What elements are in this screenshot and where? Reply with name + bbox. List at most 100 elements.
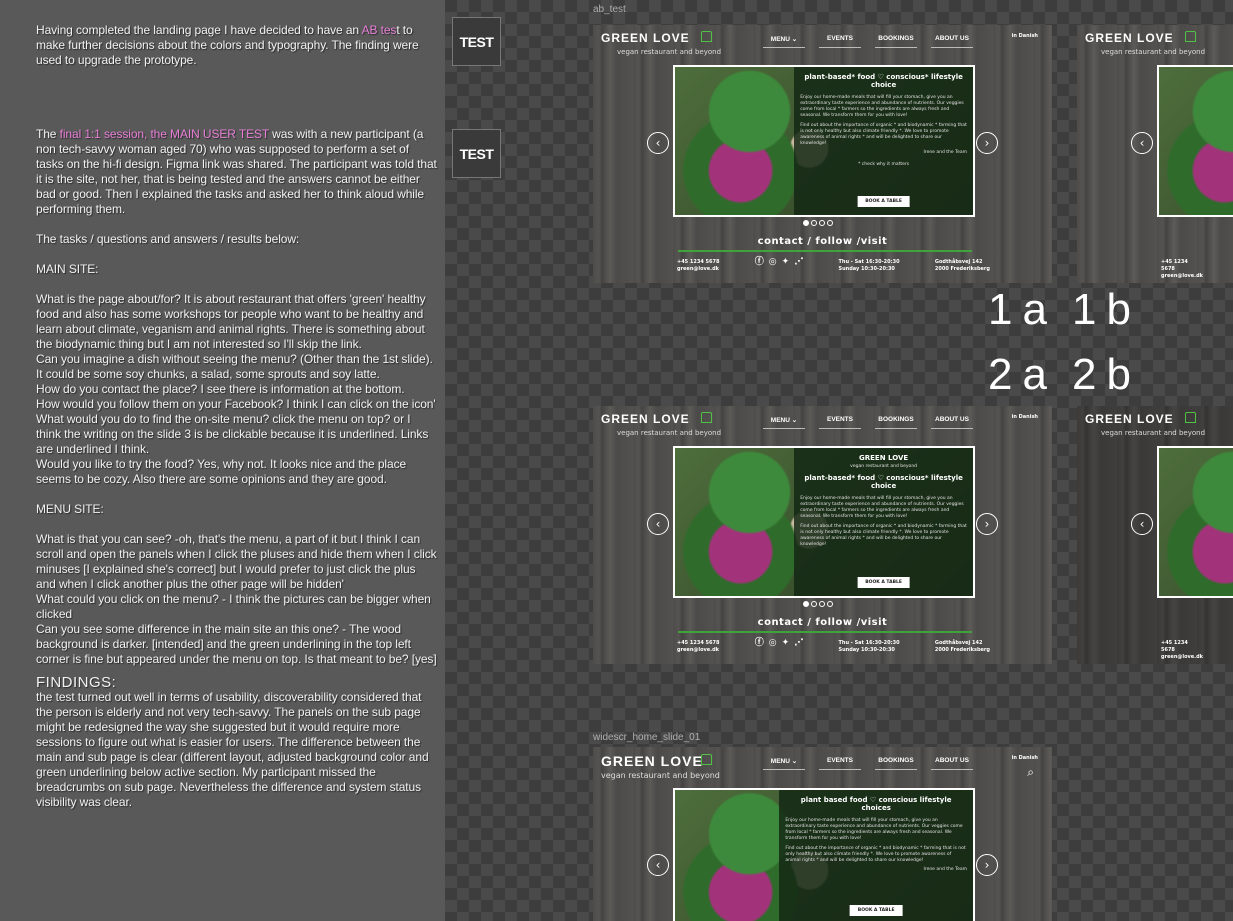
hero-overlay: plant based food ♡ conscious lifestyle c… — [779, 790, 973, 921]
home-icon[interactable] — [1185, 412, 1196, 423]
address-line1: Godthåbsvej 142 — [934, 640, 983, 646]
site-footer: +45 1234 5678 green@love.dk ⓕ ◎ ✦ ⋰ Thu - Sa… — [593, 639, 1052, 654]
nav-menu[interactable]: MENU ⌄ — [763, 35, 805, 48]
language-link[interactable]: in Danish — [1012, 755, 1038, 761]
nav-events[interactable]: EVENTS — [819, 757, 861, 770]
hero-title: plant-based* food ♡ conscious* lifestyle… — [804, 73, 963, 89]
home-icon[interactable] — [1185, 31, 1196, 42]
email-text[interactable]: green@love.dk — [677, 647, 719, 654]
slide-next-arrow[interactable]: › — [976, 513, 998, 535]
site-footer: +45 1234 5678 green@love.dk ⓕ ◎ ✦ ⋰ Thu - Sa… — [593, 258, 1052, 273]
instagram-icon[interactable]: ◎ — [769, 258, 777, 273]
home-icon[interactable] — [701, 412, 712, 423]
hero-small: Find out about the importance of organic… — [800, 123, 967, 146]
book-table-button[interactable]: BOOK A TABLE — [857, 196, 910, 207]
site-footer: +45 1234 5678 green@love.dk — [1077, 640, 1233, 661]
contact-title: contact / follow /visit — [757, 617, 888, 628]
test-button-1[interactable]: TEST — [452, 17, 501, 66]
address-line2: 2000 Frederiksberg — [934, 647, 990, 653]
phone-text[interactable]: +45 1234 5678 — [677, 640, 719, 647]
twitter-icon[interactable]: ✦ — [782, 639, 790, 654]
tagline: vegan restaurant and beyond — [601, 771, 720, 780]
site-frame-1a[interactable]: GREEN LOVE vegan restaurant and beyond M… — [593, 25, 1052, 283]
main-site-text: What is the page about/for? It is about … — [36, 292, 436, 486]
share-icon[interactable]: ⋰ — [794, 258, 803, 273]
book-table-button[interactable]: BOOK A TABLE — [849, 905, 903, 916]
hero-slide: GREEN LOVE vegan restaurant and beyond p… — [673, 446, 975, 598]
slide-prev-arrow[interactable]: ‹ — [647, 132, 669, 154]
frame-label-ab-test[interactable]: ab_test — [593, 4, 626, 15]
slide-prev-arrow[interactable]: ‹ — [647, 854, 669, 876]
ab-test-link[interactable]: AB tes — [362, 23, 397, 37]
phone-text[interactable]: +45 1234 5678 — [677, 259, 719, 266]
hero-slide: plant based food ♡ conscious lifestyle c… — [673, 788, 975, 921]
slide-prev-arrow[interactable]: ‹ — [1131, 132, 1153, 154]
nav-about[interactable]: ABOUT US — [931, 35, 973, 48]
frame-label-widescreen[interactable]: widescr_home_slide_01 — [593, 732, 700, 743]
slide-next-arrow[interactable]: › — [976, 854, 998, 876]
brand-name: GREEN LOVE — [1085, 31, 1174, 45]
findings-text: the test turned out well in terms of usa… — [36, 690, 429, 809]
variant-label-2b: 2b — [1072, 350, 1141, 399]
slide-prev-arrow[interactable]: ‹ — [1131, 513, 1153, 535]
language-link[interactable]: in Danish — [1012, 414, 1038, 420]
notes-intro: Having completed the landing page I have… — [36, 23, 419, 67]
hero-small: Find out about the importance of organic… — [785, 846, 966, 863]
user-test-link[interactable]: final 1:1 session, the MAIN USER TEST — [60, 127, 269, 141]
instagram-icon[interactable]: ◎ — [769, 639, 777, 654]
slide-prev-arrow[interactable]: ‹ — [647, 513, 669, 535]
email-text[interactable]: green@love.dk — [1161, 654, 1203, 661]
hero-title: plant-based* food ♡ conscious* lifestyle… — [804, 474, 963, 490]
nav-bookings[interactable]: BOOKINGS — [875, 35, 917, 48]
slide-next-arrow[interactable]: › — [976, 132, 998, 154]
brand-name: GREEN LOVE — [601, 412, 690, 426]
social-icons: ⓕ ◎ ✦ ⋰ — [755, 639, 803, 654]
book-table-button[interactable]: BOOK A TABLE — [857, 577, 910, 588]
nav-bookings[interactable]: BOOKINGS — [875, 416, 917, 429]
nav-events[interactable]: EVENTS — [819, 416, 861, 429]
hero-title: plant based food ♡ conscious lifestyle c… — [800, 796, 952, 812]
nav-menu[interactable]: MENU ⌄ — [763, 757, 805, 770]
nav-bookings[interactable]: BOOKINGS — [875, 757, 917, 770]
language-link[interactable]: in Danish — [1012, 33, 1038, 39]
nav-menu[interactable]: MENU ⌄ — [763, 416, 805, 429]
share-icon[interactable]: ⋰ — [794, 639, 803, 654]
slide-dots[interactable] — [803, 220, 833, 226]
site-frame-1b[interactable]: GREEN LOVE vegan restaurant and beyond ‹… — [1077, 25, 1233, 283]
site-frame-2a[interactable]: GREEN LOVE vegan restaurant and beyond M… — [593, 406, 1052, 664]
site-frame-widescreen[interactable]: GREEN LOVE vegan restaurant and beyond M… — [593, 747, 1052, 921]
slide-dots[interactable] — [803, 601, 833, 607]
phone-text[interactable]: +45 1234 5678 — [1161, 259, 1203, 273]
check-why-link[interactable]: * check why it matters — [800, 162, 967, 168]
main-site-heading: MAIN SITE: — [36, 262, 99, 276]
twitter-icon[interactable]: ✦ — [782, 258, 790, 273]
home-icon[interactable] — [701, 31, 712, 42]
hero-slide: plant-based* food ♡ conscious* lifestyle… — [673, 65, 975, 217]
nav-events[interactable]: EVENTS — [819, 35, 861, 48]
search-icon[interactable]: ⌕ — [1027, 765, 1034, 780]
address-line2: 2000 Frederiksberg — [934, 266, 990, 272]
brand-name: GREEN LOVE — [601, 31, 690, 45]
email-text[interactable]: green@love.dk — [677, 266, 719, 273]
nav-about[interactable]: ABOUT US — [931, 416, 973, 429]
notes-main: The final 1:1 session, the MAIN USER TES… — [36, 127, 437, 809]
hours-sunday: Sunday 10:30-20:30 — [838, 647, 895, 653]
main-nav: MENU ⌄ EVENTS BOOKINGS ABOUT US — [763, 35, 973, 48]
facebook-icon[interactable]: ⓕ — [755, 258, 764, 273]
tagline: vegan restaurant and beyond — [617, 429, 722, 437]
email-text[interactable]: green@love.dk — [1161, 273, 1203, 280]
tagline: vegan restaurant and beyond — [617, 48, 722, 56]
hero-body: Enjoy our home-made meals that will fill… — [785, 818, 963, 841]
facebook-icon[interactable]: ⓕ — [755, 639, 764, 654]
menu-site-heading: MENU SITE: — [36, 502, 104, 516]
home-icon[interactable] — [701, 754, 712, 765]
social-icons: ⓕ ◎ ✦ ⋰ — [755, 258, 803, 273]
phone-text[interactable]: +45 1234 5678 — [1161, 640, 1203, 654]
hero-body: Enjoy our home-made meals that will fill… — [800, 95, 964, 118]
findings-heading: FINDINGS: — [36, 674, 117, 691]
site-frame-2b[interactable]: GREEN LOVE vegan restaurant and beyond ‹… — [1077, 406, 1233, 664]
hours-weekday: Thu - Sat 16:30-20:30 — [838, 640, 900, 646]
hero-slide — [1157, 65, 1233, 217]
test-button-2[interactable]: TEST — [452, 129, 501, 178]
nav-about[interactable]: ABOUT US — [931, 757, 973, 770]
